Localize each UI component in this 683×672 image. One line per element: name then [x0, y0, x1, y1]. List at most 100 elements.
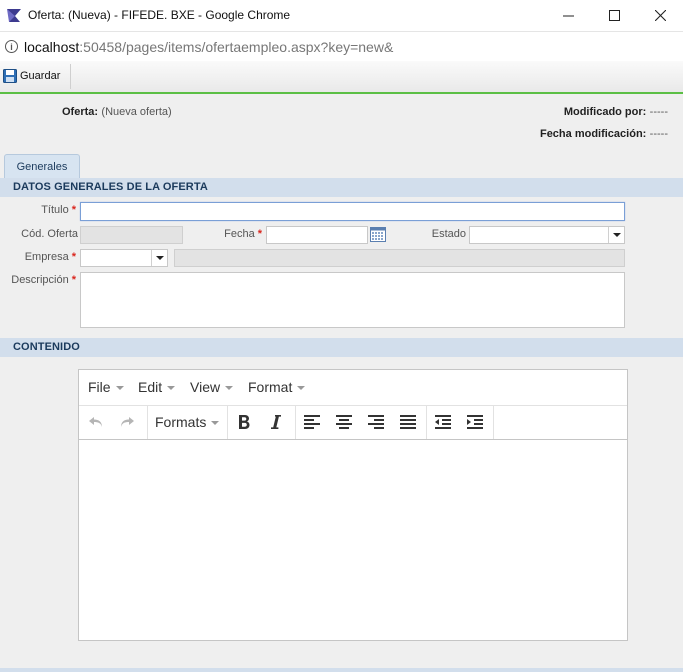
align-right-button[interactable] — [364, 412, 388, 432]
required-mark: * — [71, 251, 76, 263]
menu-edit-label: Edit — [138, 379, 163, 395]
empresa-select[interactable] — [80, 249, 168, 267]
caret-down-icon — [297, 386, 306, 390]
editor-menubar: File Edit View Format — [79, 370, 627, 406]
modificado-value: ----- — [649, 106, 668, 118]
titulo-input[interactable] — [80, 202, 625, 221]
editor-content-area[interactable] — [79, 440, 627, 640]
required-mark: * — [257, 228, 262, 240]
menu-view[interactable]: View — [190, 379, 234, 395]
modificado-label: Modificado por: — [563, 106, 647, 118]
menu-format[interactable]: Format — [248, 379, 306, 395]
estado-label: Estado — [431, 228, 466, 240]
text-style-group — [227, 405, 296, 439]
required-mark: * — [71, 204, 76, 216]
chevron-down-icon — [155, 256, 164, 260]
fecha-mod-label: Fecha modificación: — [539, 128, 647, 140]
menu-file-label: File — [88, 379, 111, 395]
toolbar-separator — [70, 64, 71, 89]
formats-label: Formats — [155, 414, 207, 430]
floppy-disk-icon — [3, 69, 17, 83]
fecha-label: Fecha * — [200, 228, 262, 240]
app-logo-icon — [7, 9, 21, 22]
rich-text-editor: File Edit View Format Formats — [78, 369, 628, 641]
window-titlebar: Oferta: (Nueva) - FIFEDE. BXE - Google C… — [0, 0, 683, 31]
undo-button[interactable] — [84, 412, 108, 432]
maximize-button[interactable] — [591, 0, 637, 31]
menu-file[interactable]: File — [88, 379, 124, 395]
italic-button[interactable] — [264, 412, 288, 432]
estado-dropdown-button[interactable] — [608, 227, 624, 243]
descripcion-label-text: Descripción — [11, 274, 69, 286]
history-group — [79, 405, 148, 439]
calendar-icon[interactable] — [370, 227, 386, 242]
oferta-value: (Nueva oferta) — [101, 106, 172, 118]
address-bar[interactable]: i localhost:50458/pages/items/ofertaempl… — [0, 31, 683, 62]
url-text[interactable]: localhost:50458/pages/items/ofertaempleo… — [24, 39, 393, 55]
fecha-modificacion: Fecha modificación: ----- — [540, 126, 668, 140]
align-left-icon — [304, 415, 320, 429]
undo-icon — [89, 417, 102, 427]
empresa-label-text: Empresa — [24, 251, 69, 263]
fecha-mod-value: ----- — [649, 128, 668, 140]
indent-icon — [467, 415, 483, 429]
url-host: localhost — [24, 39, 80, 55]
minimize-button[interactable] — [545, 0, 591, 31]
menu-view-label: View — [190, 379, 221, 395]
bold-icon — [239, 415, 250, 429]
save-button[interactable]: Guardar — [3, 67, 60, 85]
section-datos-generales: DATOS GENERALES DE LA OFERTA — [0, 178, 683, 197]
redo-icon — [121, 417, 134, 427]
caret-down-icon — [167, 386, 176, 390]
save-button-label: Guardar — [20, 70, 61, 82]
formats-dropdown[interactable]: Formats — [155, 414, 220, 430]
section-contenido: CONTENIDO — [0, 338, 683, 357]
align-center-icon — [336, 415, 352, 429]
chevron-down-icon — [612, 233, 621, 237]
formats-group: Formats — [147, 405, 228, 439]
alignment-group — [295, 405, 427, 439]
bold-button[interactable] — [232, 412, 256, 432]
descripcion-label: Descripción * — [0, 274, 76, 286]
editor-toolbar: Formats — [79, 405, 627, 440]
maximize-icon — [608, 10, 620, 21]
estado-select[interactable] — [469, 226, 625, 244]
menu-edit[interactable]: Edit — [138, 379, 176, 395]
bottom-strip — [0, 668, 683, 672]
fecha-input[interactable] — [266, 226, 368, 244]
close-button[interactable] — [637, 0, 683, 31]
menu-format-label: Format — [248, 379, 293, 395]
align-justify-icon — [400, 415, 416, 429]
fecha-label-text: Fecha — [224, 228, 255, 240]
caret-down-icon — [115, 386, 124, 390]
align-justify-button[interactable] — [396, 412, 420, 432]
caret-down-icon — [225, 386, 234, 390]
url-path: :50458/pages/items/ofertaempleo.aspx?key… — [79, 39, 394, 55]
empresa-label: Empresa * — [0, 251, 76, 263]
cod-oferta-input — [80, 226, 183, 244]
empresa-name-display — [174, 249, 625, 267]
align-right-icon — [368, 415, 384, 429]
oferta-label: Oferta: — [62, 106, 99, 118]
empresa-dropdown-button[interactable] — [151, 250, 167, 266]
align-left-button[interactable] — [300, 412, 324, 432]
info-icon[interactable]: i — [5, 40, 18, 53]
minimize-icon — [562, 15, 574, 17]
indent-button[interactable] — [463, 412, 487, 432]
descripcion-textarea[interactable] — [80, 272, 625, 328]
oferta-header: Oferta: (Nueva oferta) — [62, 104, 172, 118]
titulo-label-text: Título — [41, 204, 69, 216]
required-mark: * — [71, 274, 76, 286]
align-center-button[interactable] — [332, 412, 356, 432]
window-title: Oferta: (Nueva) - FIFEDE. BXE - Google C… — [28, 8, 291, 22]
redo-button[interactable] — [115, 412, 139, 432]
caret-down-icon — [211, 421, 220, 425]
cod-oferta-label: Cód. Oferta — [21, 228, 78, 240]
indent-group — [426, 405, 494, 439]
modificado-por: Modificado por: ----- — [564, 104, 668, 118]
outdent-icon — [435, 415, 451, 429]
close-icon — [654, 10, 666, 21]
titulo-label: Título * — [0, 204, 76, 216]
outdent-button[interactable] — [431, 412, 455, 432]
tab-generales[interactable]: Generales — [4, 154, 80, 178]
